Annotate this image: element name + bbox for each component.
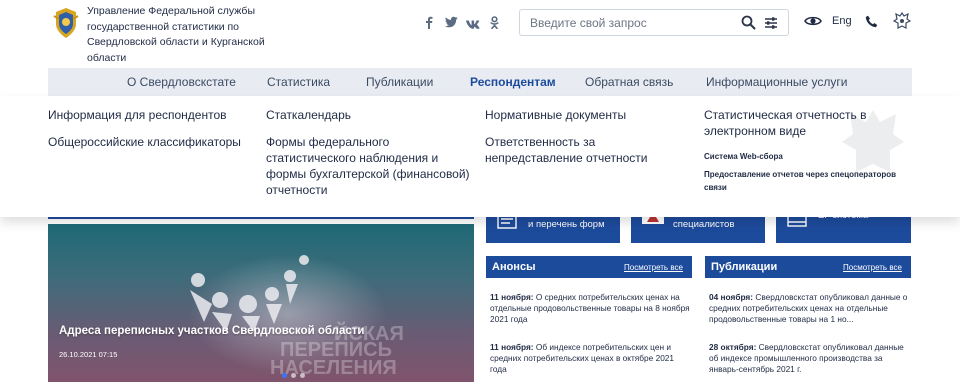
twitter-icon[interactable] bbox=[445, 16, 458, 31]
language-switch[interactable]: Eng bbox=[832, 15, 852, 27]
announcements-header: Анонсы Посмотреть все bbox=[486, 256, 692, 278]
vk-icon[interactable] bbox=[466, 17, 480, 32]
search-icon[interactable] bbox=[741, 15, 756, 30]
odnoklassniki-icon[interactable] bbox=[490, 16, 499, 32]
tile-label: специалистов bbox=[673, 219, 735, 230]
publication-item[interactable]: 28 октября: Свердловскстат опубликовал д… bbox=[709, 342, 909, 375]
site-header: Управление Федеральной службы государств… bbox=[0, 0, 960, 68]
census-logo-graphic bbox=[190, 255, 309, 332]
news-date: 11 ноября: bbox=[490, 342, 534, 352]
announcements-title: Анонсы bbox=[492, 261, 536, 273]
filter-settings-icon[interactable] bbox=[764, 16, 778, 30]
nav-item-about[interactable]: О Свердловскстате bbox=[127, 75, 236, 89]
news-date: 28 октября: bbox=[709, 342, 757, 352]
menu-subitem-special-operators[interactable]: Предоставление отчетов через спецоперато… bbox=[704, 168, 914, 194]
announcements-see-all-link[interactable]: Посмотреть все bbox=[624, 263, 683, 272]
rosstat-emblem-icon[interactable] bbox=[893, 12, 911, 31]
carousel-dot[interactable] bbox=[282, 373, 287, 378]
nav-item-respondents[interactable]: Респондентам bbox=[470, 75, 556, 89]
respondents-dropdown-menu: Информация для респондентов Общероссийск… bbox=[0, 96, 960, 217]
nav-item-statistics[interactable]: Статистика bbox=[267, 75, 330, 89]
menu-item-liability[interactable]: Ответственность за непредставление отчет… bbox=[485, 134, 685, 166]
news-banner[interactable]: ЙСКАЯ ПЕРЕПИСЬ НАСЕЛЕНИЯ Адреса переписн… bbox=[48, 224, 474, 382]
news-date: 04 ноября: bbox=[709, 292, 754, 302]
menu-item-respondent-info[interactable]: Информация для респондентов bbox=[48, 107, 227, 123]
publications-header: Публикации Посмотреть все bbox=[705, 256, 911, 278]
news-date: 11 ноября: bbox=[490, 292, 534, 302]
coat-of-arms-logo[interactable] bbox=[50, 6, 82, 40]
nav-item-info-services[interactable]: Информационные услуги bbox=[706, 75, 847, 89]
tile-label: и перечень форм bbox=[528, 219, 605, 230]
facebook-icon[interactable] bbox=[424, 16, 434, 32]
organization-name[interactable]: Управление Федеральной службы государств… bbox=[87, 4, 277, 66]
publications-title: Публикации bbox=[711, 261, 778, 273]
nav-item-feedback[interactable]: Обратная связь bbox=[585, 75, 673, 89]
phone-icon[interactable] bbox=[865, 15, 878, 28]
menu-item-stat-calendar[interactable]: Статкалендарь bbox=[266, 107, 351, 123]
accessibility-eye-icon[interactable] bbox=[804, 14, 822, 28]
carousel-dots bbox=[282, 365, 309, 382]
search-input[interactable] bbox=[530, 15, 730, 31]
menu-item-electronic-reporting[interactable]: Статистическая отчетность в электронном … bbox=[704, 107, 874, 139]
nav-item-publications[interactable]: Публикации bbox=[366, 75, 433, 89]
banner-title[interactable]: Адреса переписных участков Свердловской … bbox=[59, 325, 364, 337]
announcement-item[interactable]: 11 ноября: О средних потребительских цен… bbox=[490, 292, 690, 325]
publications-see-all-link[interactable]: Посмотреть все bbox=[843, 263, 902, 272]
search-box[interactable] bbox=[519, 9, 789, 36]
menu-item-classifiers[interactable]: Общероссийские классификаторы bbox=[48, 134, 241, 150]
announcement-item[interactable]: 11 ноября: Об индексе потребительских це… bbox=[490, 342, 690, 375]
menu-item-regulations[interactable]: Нормативные документы bbox=[485, 107, 626, 123]
menu-item-federal-forms[interactable]: Формы федерального статистического наблю… bbox=[266, 134, 476, 198]
carousel-dot[interactable] bbox=[300, 373, 305, 378]
publication-item[interactable]: 04 ноября: Свердловскстат опубликовал да… bbox=[709, 292, 909, 325]
banner-date: 26.10.2021 07:15 bbox=[59, 350, 118, 359]
carousel-dot[interactable] bbox=[291, 373, 296, 378]
main-nav: О Свердловскстате Статистика Публикации … bbox=[48, 68, 912, 96]
menu-subitem-web-collection[interactable]: Система Web-сбора bbox=[704, 150, 783, 163]
